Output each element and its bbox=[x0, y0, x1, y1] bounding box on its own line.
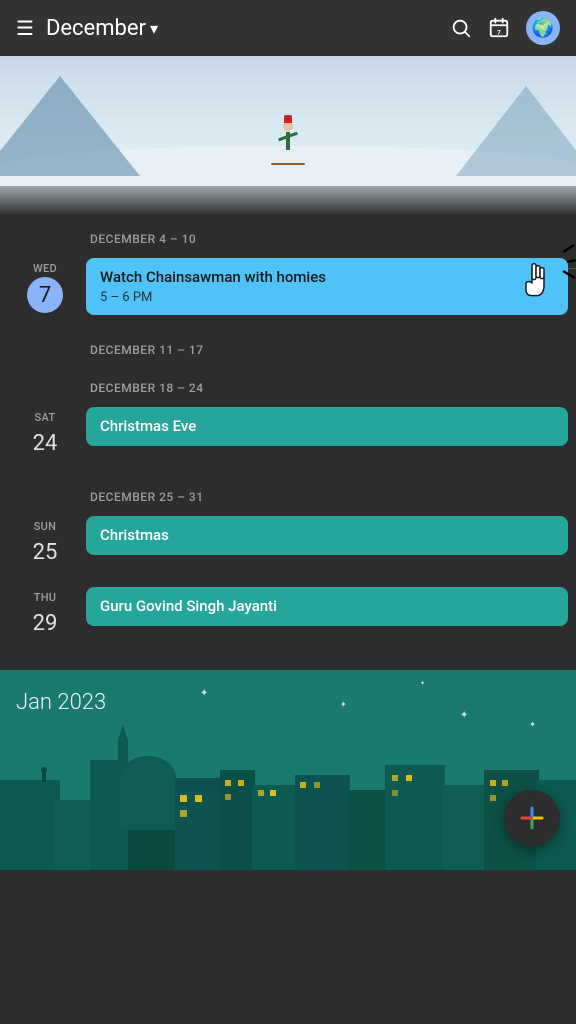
week-header-2: DECEMBER 11 – 17 bbox=[0, 327, 576, 365]
event-card-guru-govind[interactable]: Guru Govind Singh Jayanti bbox=[86, 587, 568, 627]
hero-illustration bbox=[0, 56, 576, 216]
day-name: THU bbox=[34, 591, 57, 604]
star-icon: ✦ bbox=[340, 700, 347, 709]
day-number: 25 bbox=[27, 535, 63, 571]
week-section-1: DECEMBER 4 – 10 WED 7 Watch Chainsawman … bbox=[0, 216, 576, 327]
event-card-christmas-eve[interactable]: Christmas Eve bbox=[86, 407, 568, 447]
day-name: SAT bbox=[35, 411, 56, 424]
month-title: December bbox=[46, 16, 146, 41]
day-row-thu29: THU 29 Guru Govind Singh Jayanti bbox=[0, 583, 576, 654]
day-row-sun25: SUN 25 Christmas bbox=[0, 512, 576, 583]
svg-text:7: 7 bbox=[497, 28, 501, 36]
day-name: WED bbox=[33, 262, 57, 275]
week-header-3: DECEMBER 18 – 24 bbox=[0, 365, 576, 403]
week-section-3: DECEMBER 18 – 24 SAT 24 Christmas Eve bbox=[0, 365, 576, 474]
skier-figure bbox=[276, 121, 300, 161]
day-name: SUN bbox=[34, 520, 57, 533]
day-label-sat24: SAT 24 bbox=[8, 407, 82, 462]
event-title: Christmas bbox=[100, 526, 554, 546]
event-title: Christmas Eve bbox=[100, 417, 554, 437]
month-title-area[interactable]: December ▾ bbox=[46, 16, 438, 41]
day-number: 29 bbox=[27, 606, 63, 642]
header-actions: 7 🌍 bbox=[450, 11, 560, 45]
avatar[interactable]: 🌍 bbox=[526, 11, 560, 45]
fab-add-button[interactable] bbox=[504, 790, 560, 846]
day-label-wed7: WED 7 bbox=[8, 258, 82, 313]
week-section-2: DECEMBER 11 – 17 bbox=[0, 327, 576, 365]
star-icon: ✦ bbox=[420, 680, 425, 687]
day-row-wed7: WED 7 Watch Chainsawman with homies 5 – … bbox=[0, 254, 576, 327]
event-card-chainsawman[interactable]: Watch Chainsawman with homies 5 – 6 PM bbox=[86, 258, 568, 315]
calendar-today-icon[interactable]: 7 bbox=[488, 17, 510, 39]
search-icon[interactable] bbox=[450, 17, 472, 39]
day-row-sat24: SAT 24 Christmas Eve bbox=[0, 403, 576, 474]
week-section-4: DECEMBER 25 – 31 SUN 25 Christmas THU 29… bbox=[0, 474, 576, 654]
day-number: 7 bbox=[27, 277, 63, 313]
day-number: 24 bbox=[27, 426, 63, 462]
event-time: 5 – 6 PM bbox=[100, 290, 554, 305]
week-header-4: DECEMBER 25 – 31 bbox=[0, 474, 576, 512]
event-card-christmas[interactable]: Christmas bbox=[86, 516, 568, 556]
city-skyline bbox=[0, 710, 576, 870]
day-label-thu29: THU 29 bbox=[8, 587, 82, 642]
week-header-1: DECEMBER 4 – 10 bbox=[0, 216, 576, 254]
event-title: Watch Chainsawman with homies bbox=[100, 268, 554, 288]
bottom-illustration: Jan 2023 ✦ ✦ ✦ ✦ ✦ bbox=[0, 670, 576, 870]
menu-icon[interactable]: ☰ bbox=[16, 16, 34, 40]
chevron-down-icon: ▾ bbox=[150, 19, 158, 38]
star-icon: ✦ bbox=[200, 688, 208, 699]
plus-icon bbox=[516, 802, 548, 834]
day-label-sun25: SUN 25 bbox=[8, 516, 82, 571]
calendar-content: DECEMBER 4 – 10 WED 7 Watch Chainsawman … bbox=[0, 216, 576, 654]
event-title: Guru Govind Singh Jayanti bbox=[100, 597, 554, 617]
top-navigation-bar: ☰ December ▾ 7 🌍 bbox=[0, 0, 576, 56]
